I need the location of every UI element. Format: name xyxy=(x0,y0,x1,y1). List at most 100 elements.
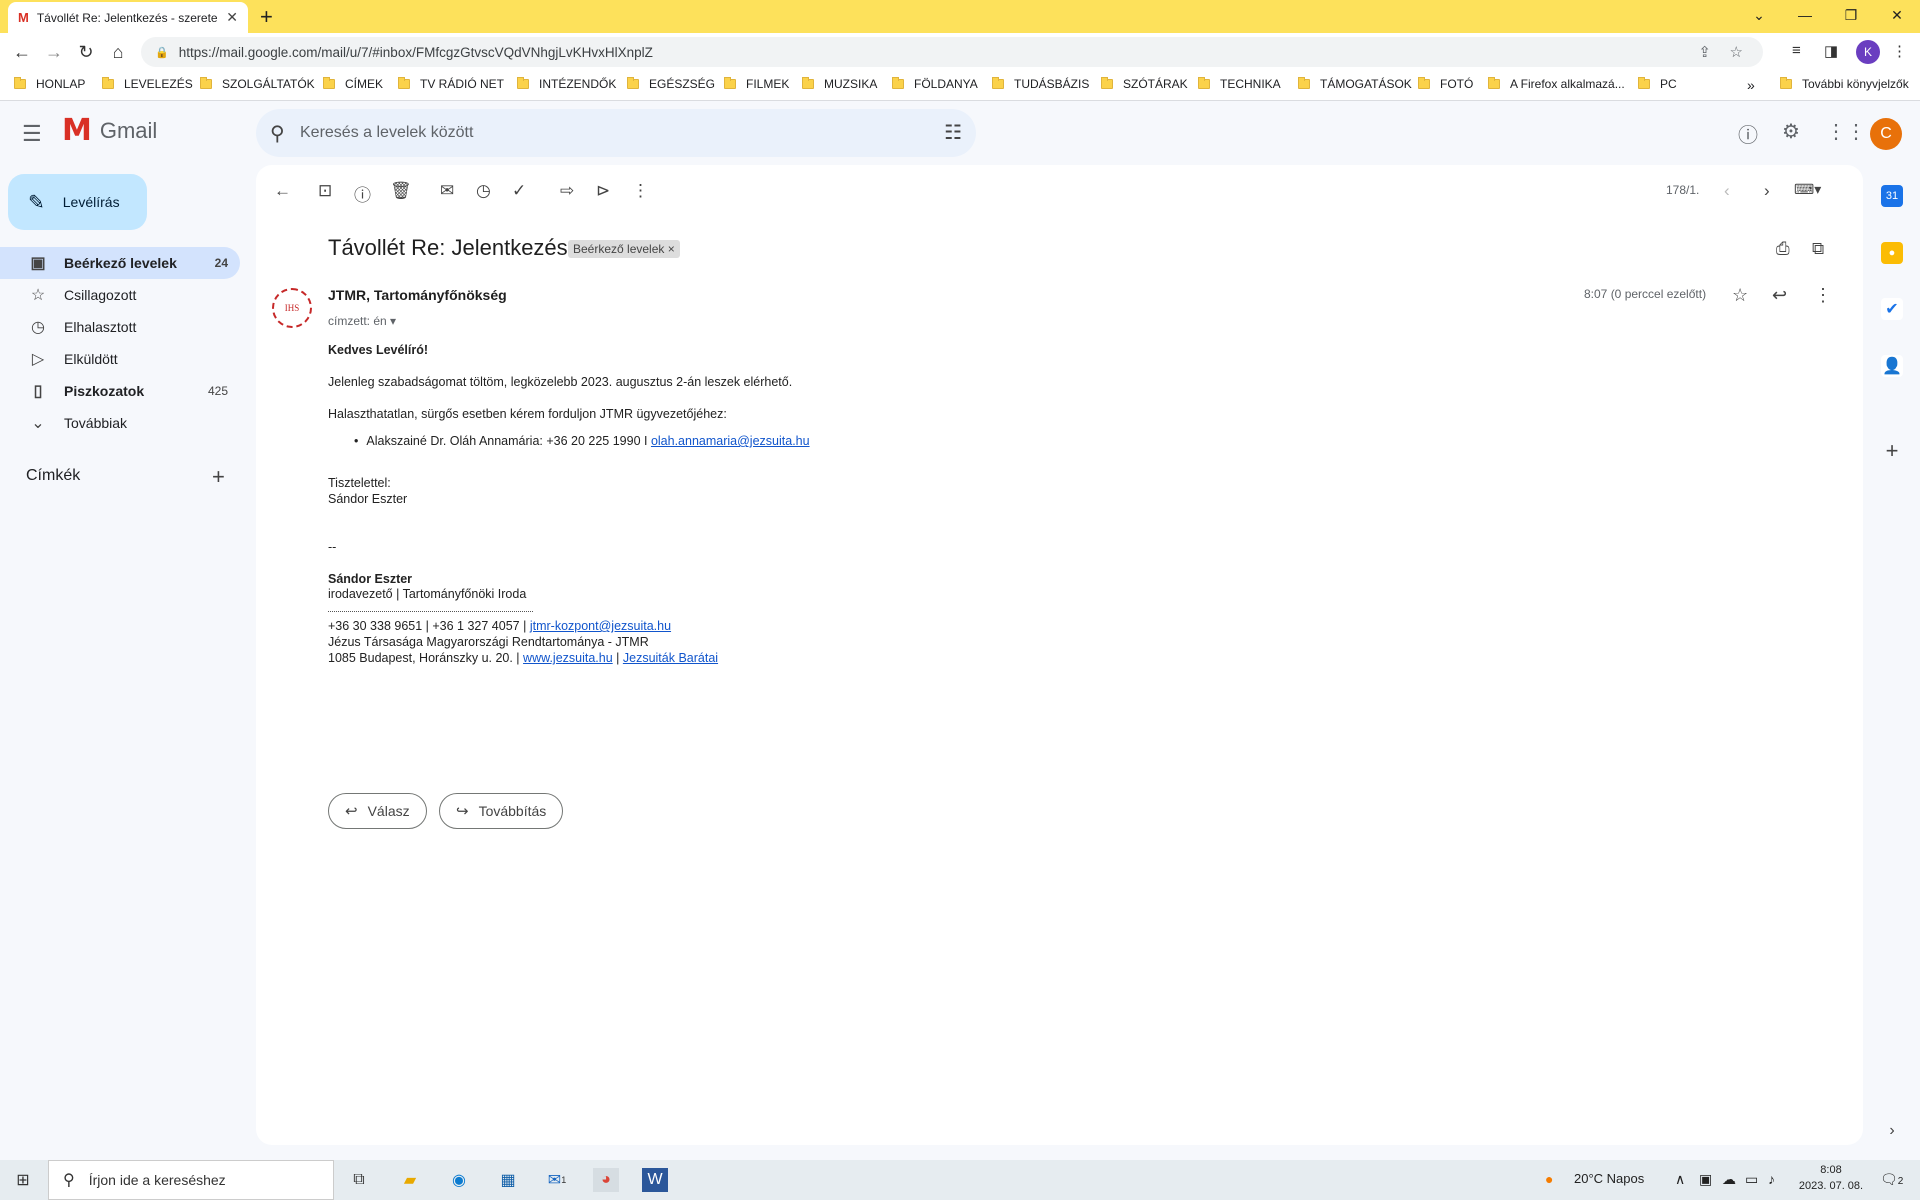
back-to-inbox-icon[interactable]: ← xyxy=(274,181,291,201)
volume-icon[interactable]: ♪ xyxy=(1768,1171,1775,1187)
notifications-icon[interactable]: 🗨2 xyxy=(1880,1171,1903,1188)
search-options-icon[interactable]: ☷ xyxy=(944,120,962,145)
weather-text[interactable]: 20°C Napos xyxy=(1574,1171,1644,1186)
system-clock[interactable]: 8:08 2023. 07. 08. xyxy=(1796,1162,1866,1194)
network-icon[interactable]: ▭ xyxy=(1745,1171,1758,1188)
bookmark-folder[interactable]: FILMEK xyxy=(724,77,789,91)
onedrive-icon[interactable]: ☁ xyxy=(1722,1171,1736,1188)
browser-menu-icon[interactable]: ⋮ xyxy=(1892,42,1907,60)
tab-search-icon[interactable]: ⌄ xyxy=(1736,0,1782,30)
nav-drafts[interactable]: ▯ Piszkozatok 425 xyxy=(0,375,240,407)
bookmark-folder[interactable]: TUDÁSBÁZIS xyxy=(992,77,1089,91)
archive-icon[interactable]: ⊡ xyxy=(318,181,332,201)
profile-avatar[interactable]: K xyxy=(1856,40,1880,64)
open-new-window-icon[interactable]: ⧉ xyxy=(1812,239,1824,259)
bookmark-folder[interactable]: PC xyxy=(1638,77,1677,91)
file-explorer-icon[interactable]: ▰ xyxy=(397,1168,423,1192)
edge-icon[interactable]: ◉ xyxy=(446,1168,472,1192)
other-bookmarks-folder[interactable]: További könyvjelzők xyxy=(1780,77,1909,91)
compose-button[interactable]: ✎ Levélírás xyxy=(8,174,147,230)
add-task-icon[interactable]: ✓ xyxy=(512,181,526,201)
reply-button[interactable]: ↩ Válasz xyxy=(328,793,427,829)
gmail-logo[interactable]: M Gmail xyxy=(62,116,157,146)
chrome-icon[interactable]: ◕ xyxy=(593,1168,619,1192)
windows-start-icon[interactable]: ⊞ xyxy=(10,1168,36,1192)
meet-now-icon[interactable]: ▣ xyxy=(1699,1171,1712,1188)
search-input[interactable] xyxy=(300,109,900,157)
bookmark-folder[interactable]: A Firefox alkalmazá... xyxy=(1488,77,1625,91)
bookmark-folder[interactable]: MUZSIKA xyxy=(802,77,877,91)
close-window-button[interactable]: ✕ xyxy=(1874,0,1920,30)
forward-button[interactable]: ↪ Továbbítás xyxy=(439,793,564,829)
move-to-icon[interactable]: ⇨ xyxy=(560,181,574,201)
bookmarks-overflow-button[interactable]: » xyxy=(1747,77,1755,93)
tasks-icon[interactable]: ✔ xyxy=(1881,298,1903,320)
older-icon[interactable]: › xyxy=(1764,181,1770,201)
browser-tab[interactable]: M Távollét Re: Jelentkezés - szerete ✕ xyxy=(8,2,248,33)
add-label-icon[interactable]: + xyxy=(212,464,225,490)
bookmark-folder[interactable]: CÍMEK xyxy=(323,77,383,91)
reading-list-icon[interactable]: ≡ xyxy=(1792,42,1801,59)
bookmark-folder[interactable]: EGÉSZSÉG xyxy=(627,77,715,91)
bookmark-folder[interactable]: TÁMOGATÁSOK xyxy=(1298,77,1412,91)
reply-icon[interactable]: ↩ xyxy=(1772,285,1787,306)
newer-icon[interactable]: ‹ xyxy=(1724,181,1730,201)
bookmark-folder[interactable]: SZOLGÁLTATÓK xyxy=(200,77,315,91)
keyboard-icon[interactable]: ⌨▾ xyxy=(1794,181,1821,198)
word-icon[interactable]: W xyxy=(642,1168,668,1192)
nav-starred[interactable]: ☆ Csillagozott xyxy=(0,279,240,311)
star-icon[interactable]: ☆ xyxy=(1732,285,1748,306)
contacts-icon[interactable]: 👤 xyxy=(1881,355,1903,377)
contact-email-link[interactable]: olah.annamaria@jezsuita.hu xyxy=(651,434,810,448)
nav-snoozed[interactable]: ◷ Elhalasztott xyxy=(0,311,240,343)
bookmark-folder[interactable]: SZÓTÁRAK xyxy=(1101,77,1188,91)
bookmark-folder[interactable]: TV RÁDIÓ NET xyxy=(398,77,504,91)
close-tab-icon[interactable]: ✕ xyxy=(226,9,238,26)
more-options-icon[interactable]: ⋮ xyxy=(1814,285,1832,306)
more-actions-icon[interactable]: ⋮ xyxy=(632,181,649,201)
mail-app-icon[interactable]: ✉ 1 xyxy=(544,1168,570,1192)
keep-icon[interactable]: ● xyxy=(1881,242,1903,264)
print-icon[interactable]: ⎙ xyxy=(1776,239,1790,259)
home-icon[interactable]: ⌂ xyxy=(104,39,132,65)
website-link[interactable]: www.jezsuita.hu xyxy=(523,651,613,665)
nav-inbox[interactable]: ▣ Beérkező levelek 24 xyxy=(0,247,240,279)
side-panel-icon[interactable]: ◨ xyxy=(1824,42,1838,60)
get-addons-icon[interactable]: + xyxy=(1881,438,1903,463)
store-icon[interactable]: ▦ xyxy=(495,1168,521,1192)
nav-more[interactable]: ⌄ Továbbiak xyxy=(0,407,240,439)
reload-icon[interactable]: ↻ xyxy=(72,39,100,65)
taskbar-search[interactable]: ⚲ Írjon ide a kereséshez xyxy=(48,1160,334,1200)
bookmark-folder[interactable]: FÖLDANYA xyxy=(892,77,978,91)
share-icon[interactable]: ⇪ xyxy=(1698,43,1711,61)
recipient-line[interactable]: címzett: én ▾ xyxy=(328,314,396,328)
tray-overflow-icon[interactable]: ∧ xyxy=(1675,1171,1685,1188)
nav-sent[interactable]: ▷ Elküldött xyxy=(0,343,240,375)
show-side-panel-icon[interactable]: › xyxy=(1881,1120,1903,1142)
bookmark-folder[interactable]: TECHNIKA xyxy=(1198,77,1281,91)
label-icon[interactable]: ⊳ xyxy=(596,181,610,201)
new-tab-button[interactable]: + xyxy=(260,4,273,30)
task-view-icon[interactable]: ⧉ xyxy=(346,1168,372,1192)
account-avatar[interactable]: C xyxy=(1870,118,1902,150)
bookmark-folder[interactable]: INTÉZENDŐK xyxy=(517,77,616,91)
restore-button[interactable]: ❐ xyxy=(1828,0,1874,30)
calendar-icon[interactable]: 31 xyxy=(1881,185,1903,207)
delete-icon[interactable]: 🗑 xyxy=(390,181,412,201)
bookmark-folder[interactable]: HONLAP xyxy=(14,77,85,91)
remove-label-icon[interactable]: × xyxy=(668,242,675,256)
main-menu-icon[interactable]: ☰ xyxy=(22,121,42,147)
details-dropdown-icon[interactable]: ▾ xyxy=(390,314,396,328)
settings-gear-icon[interactable]: ⚙ xyxy=(1782,119,1800,144)
bookmark-star-icon[interactable]: ☆ xyxy=(1730,43,1743,61)
report-spam-icon[interactable]: ⓘ xyxy=(354,181,371,206)
back-icon[interactable]: ← xyxy=(8,39,36,65)
snooze-icon[interactable]: ◷ xyxy=(476,181,491,201)
search-icon[interactable]: ⚲ xyxy=(270,121,285,146)
address-bar[interactable]: 🔒 https://mail.google.com/mail/u/7/#inbo… xyxy=(141,37,1763,67)
bookmark-folder[interactable]: LEVELEZÉS xyxy=(102,77,193,91)
forward-icon[interactable]: → xyxy=(40,39,68,65)
minimize-button[interactable]: — xyxy=(1782,0,1828,30)
mark-unread-icon[interactable]: ✉ xyxy=(440,181,454,201)
friends-link[interactable]: Jezsuiták Barátai xyxy=(623,651,718,665)
